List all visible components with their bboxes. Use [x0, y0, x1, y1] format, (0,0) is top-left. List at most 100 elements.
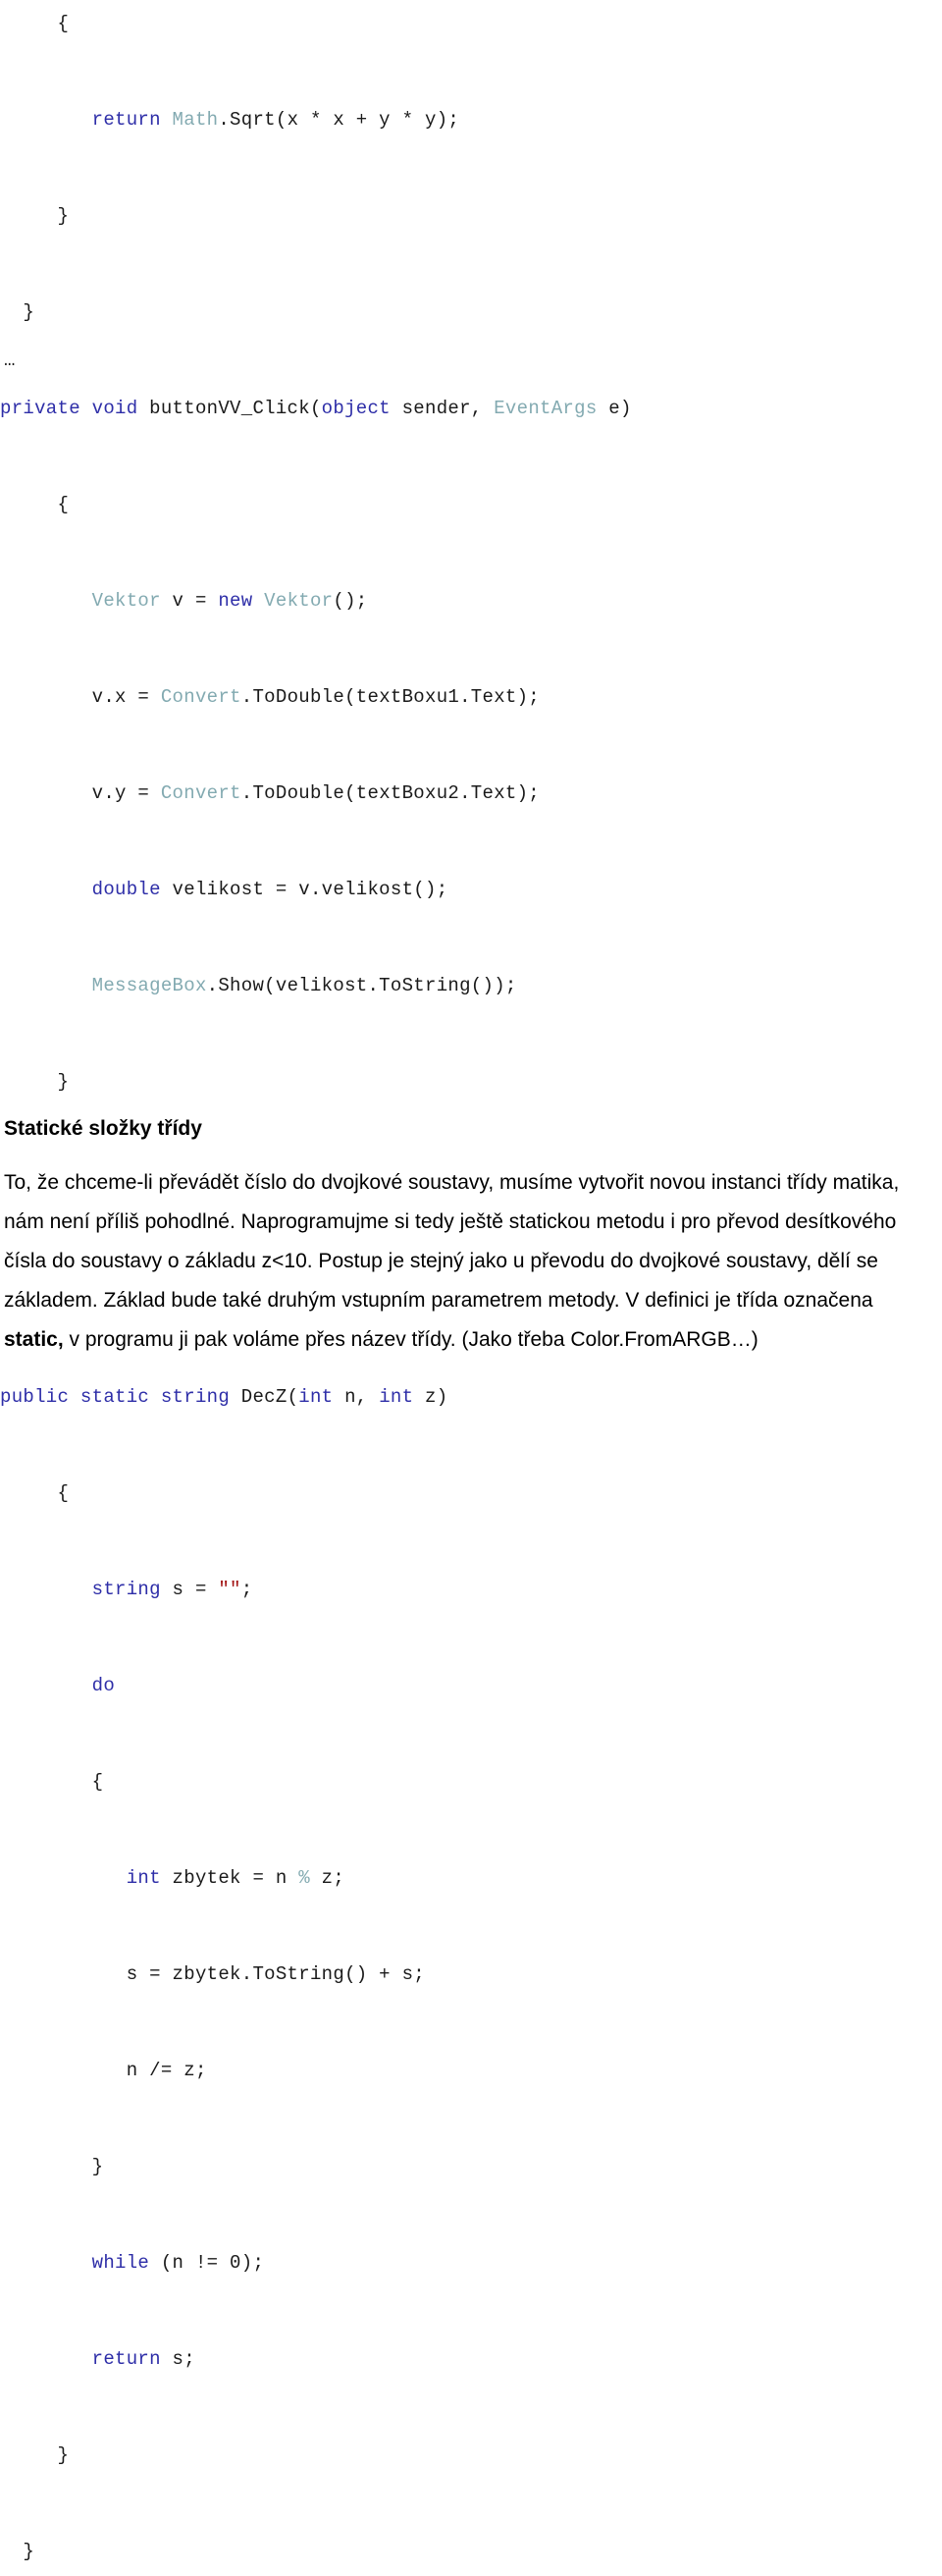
code-token: private [0, 398, 80, 419]
code-line: do [0, 1662, 942, 1710]
code-token: string [91, 1579, 161, 1600]
code-token: v.x = [91, 686, 161, 708]
code-token: n, [333, 1386, 380, 1408]
code-block-button-handler: private void buttonVV_Click(object sende… [0, 385, 942, 1106]
code-line: v.y = Convert.ToDouble(textBoxu2.Text); [0, 770, 942, 818]
code-token: return [91, 109, 161, 131]
code-token: } [57, 205, 70, 227]
code-line: v.x = Convert.ToDouble(textBoxu1.Text); [0, 673, 942, 722]
code-token: return [91, 2348, 161, 2370]
code-token: int [298, 1386, 334, 1408]
code-token: % [298, 1867, 310, 1889]
code-line: } [0, 1058, 942, 1106]
code-line: { [0, 0, 942, 48]
code-line: string s = ""; [0, 1566, 942, 1614]
code-token: do [91, 1675, 116, 1696]
code-token: static [79, 1386, 150, 1408]
code-line: { [0, 481, 942, 529]
code-token: string [160, 1386, 231, 1408]
code-token: Convert [160, 686, 241, 708]
code-token: } [91, 2156, 104, 2177]
code-token: zbytek = n [160, 1867, 299, 1889]
document-page: { return Math.Sqrt(x * x + y * y); } } …… [0, 0, 942, 2562]
section-paragraph: To, že chceme-li převádět číslo do dvojk… [0, 1163, 936, 1360]
code-token: void [91, 398, 138, 419]
code-token: double [91, 879, 161, 900]
code-line: MessageBox.Show(velikost.ToString()); [0, 962, 942, 1010]
code-token: Convert [160, 782, 241, 804]
code-token: } [57, 2444, 70, 2466]
code-token: new [218, 590, 253, 612]
paragraph-bold-static: static, [4, 1328, 64, 1351]
code-line: public static string DecZ(int n, int z) [0, 1373, 942, 1422]
code-token: } [23, 301, 35, 323]
code-line: return Math.Sqrt(x * x + y * y); [0, 96, 942, 144]
code-line: while (n != 0); [0, 2239, 942, 2287]
code-token: ; [240, 1579, 253, 1600]
code-token: (n != 0); [149, 2252, 265, 2274]
code-line: { [0, 1470, 942, 1518]
code-block-decz-method: public static string DecZ(int n, int z) … [0, 1373, 942, 2576]
code-token: Vektor [264, 590, 334, 612]
code-line: private void buttonVV_Click(object sende… [0, 385, 942, 433]
code-token: { [57, 1482, 70, 1504]
code-token: s = [160, 1579, 219, 1600]
code-token: sender, [390, 398, 495, 419]
code-block-vektor-tail: { return Math.Sqrt(x * x + y * y); } } [0, 0, 942, 337]
code-line: } [0, 2432, 942, 2480]
paragraph-text-part1: To, že chceme-li převádět číslo do dvojk… [4, 1171, 900, 1312]
code-ellipsis-separator: … [4, 349, 16, 371]
paragraph-text-part2: v programu ji pak voláme přes název tříd… [63, 1328, 759, 1351]
code-line: } [0, 2143, 942, 2191]
code-token: Math [172, 109, 219, 131]
code-token: velikost = v.velikost(); [160, 879, 448, 900]
code-token: buttonVV_Click( [137, 398, 322, 419]
code-token: .Show(velikost.ToString()); [206, 975, 517, 996]
code-line: n /= z; [0, 2047, 942, 2095]
code-token: "" [218, 1579, 241, 1600]
code-token: MessageBox [91, 975, 207, 996]
code-token: while [91, 2252, 150, 2274]
code-line: } [0, 289, 942, 337]
code-token: DecZ( [230, 1386, 299, 1408]
code-token: z; [309, 1867, 345, 1889]
code-line: } [0, 192, 942, 241]
code-token: s = zbytek.ToString() + s; [126, 1963, 425, 1985]
code-line: double velikost = v.velikost(); [0, 866, 942, 914]
code-line: int zbytek = n % z; [0, 1854, 942, 1903]
code-line: return s; [0, 2335, 942, 2384]
code-token: { [91, 1771, 104, 1793]
code-token: object [321, 398, 391, 419]
code-token: .Sqrt(x * x + y * y); [218, 109, 460, 131]
code-token: Vektor [91, 590, 161, 612]
